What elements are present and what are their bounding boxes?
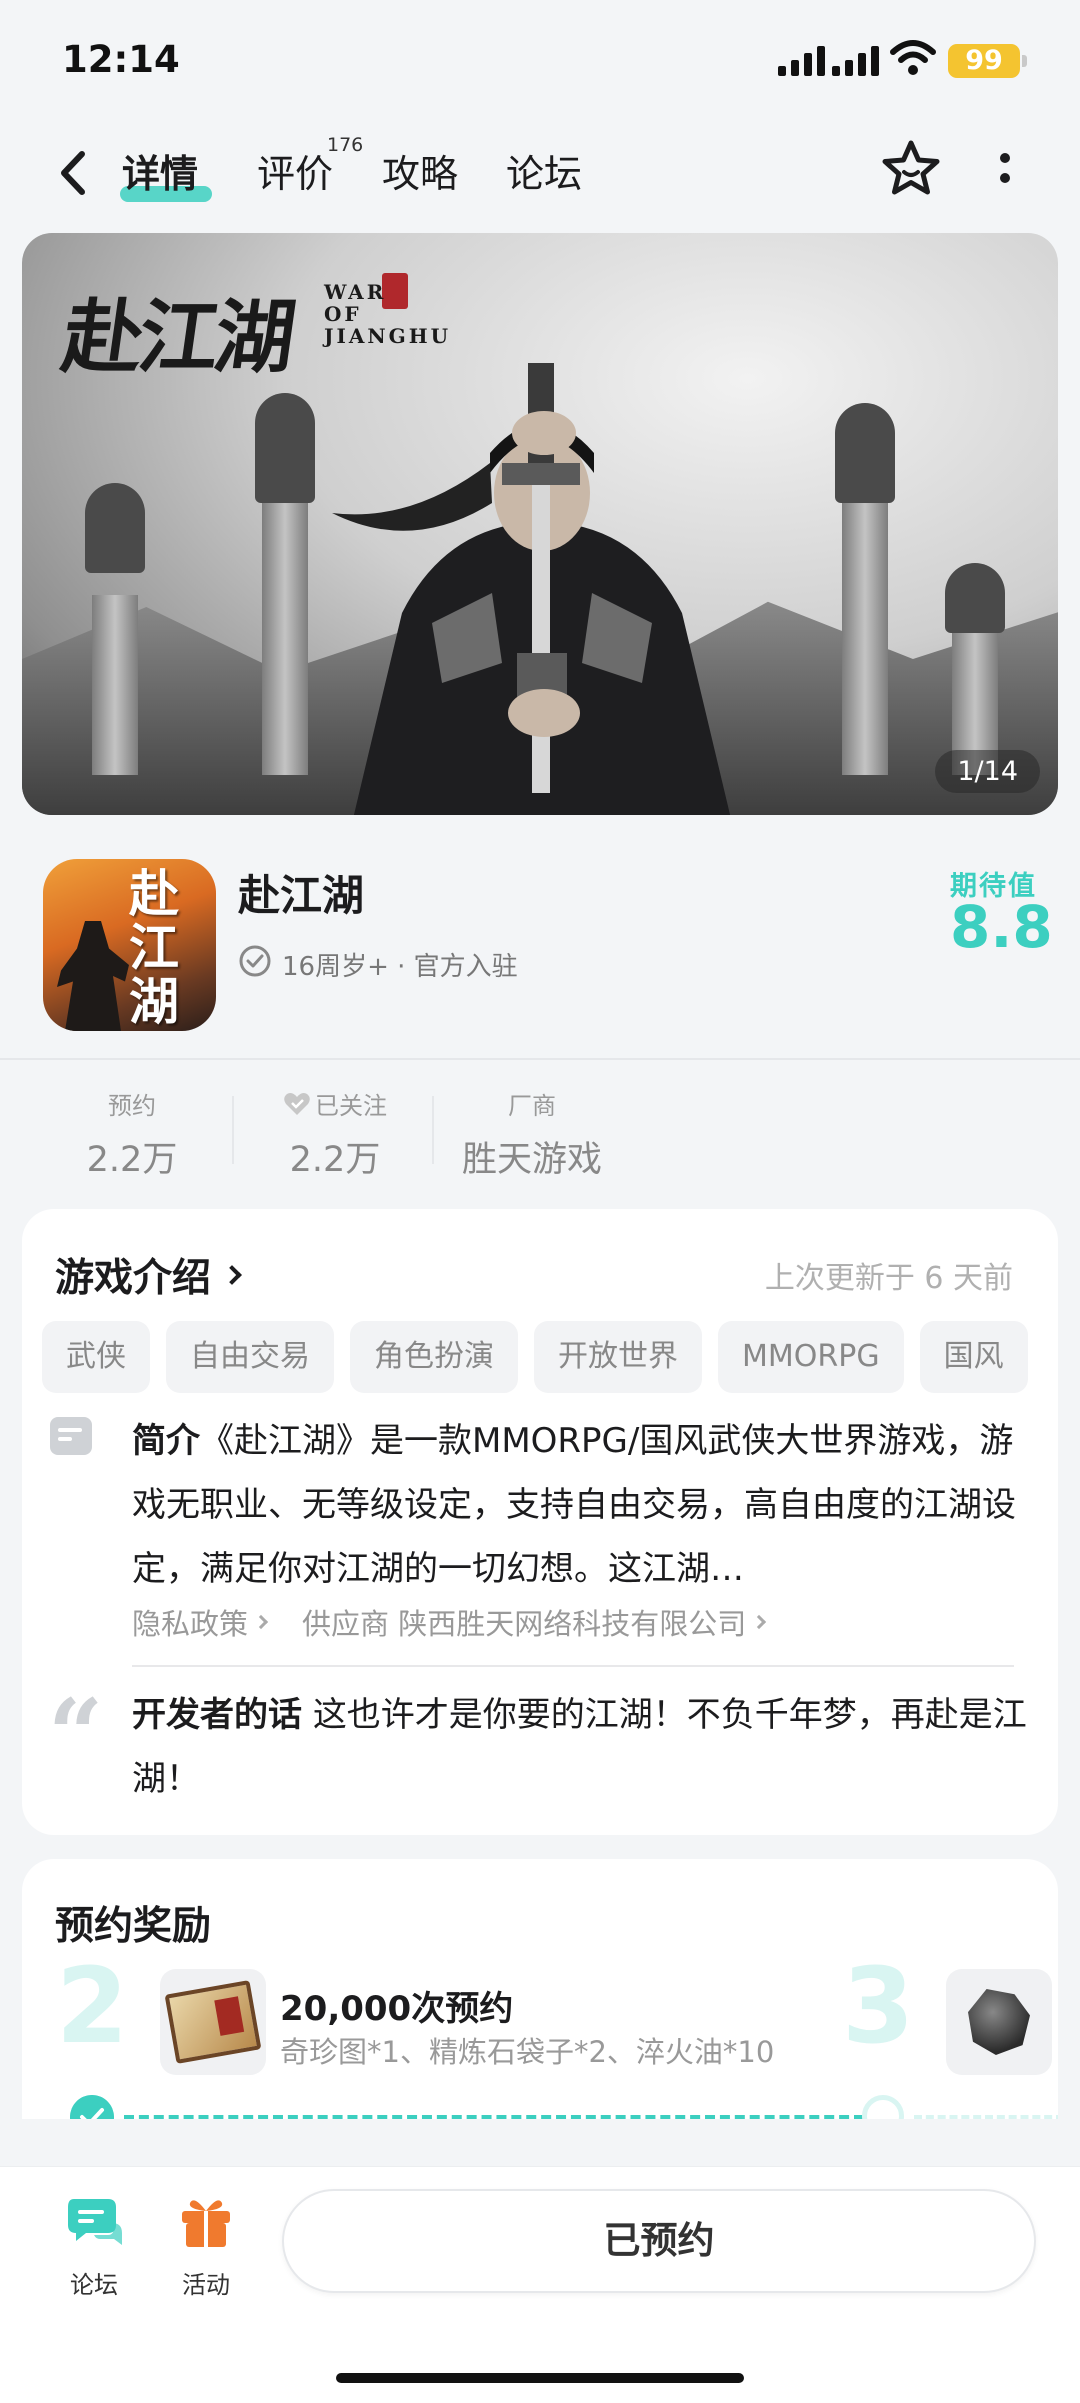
tag[interactable]: 自由交易	[166, 1321, 334, 1393]
summary-text: 《赴江湖》是一款MMORPG/国风武侠大世界游戏，游戏无职业、无等级设定，支持自…	[132, 1421, 1016, 1589]
intro-title: 游戏介绍	[55, 1256, 212, 1301]
tab-guides[interactable]: 攻略	[382, 144, 458, 204]
chevron-right-icon	[752, 1614, 767, 1630]
tab-reviews[interactable]: 评价	[257, 144, 333, 204]
milestone-rewards: 奇珍图*1、精炼石袋子*2、淬火油*10	[280, 2035, 775, 2069]
stone-icon	[968, 1989, 1030, 2055]
supplier-label: 供应商 陕西胜天网络科技有限公司	[302, 1607, 747, 1641]
rewards-title: 预约奖励	[55, 1904, 212, 1949]
developer-words-label: 开发者的话	[132, 1695, 302, 1735]
age-rating-info: 16周岁+ · 官方入驻	[282, 952, 518, 982]
tag[interactable]: 国风	[919, 1321, 1028, 1393]
quote-icon: “	[48, 1678, 104, 1791]
signal-icon-2	[832, 44, 879, 76]
intro-title-link[interactable]: 游戏介绍	[55, 1247, 242, 1303]
verified-check-icon	[239, 945, 271, 977]
forum-chat-icon	[68, 2199, 122, 2245]
battery-indicator: 99	[948, 44, 1027, 78]
heart-icon	[284, 1092, 310, 1115]
reservation-rewards-card: 预约奖励 2 20,000次预约 奇珍图*1、精炼石袋子*2、淬火油*10 3	[22, 1859, 1058, 2119]
status-time: 12:14	[62, 38, 180, 81]
tag[interactable]: 武侠	[42, 1321, 150, 1393]
tag[interactable]: MMORPG	[718, 1321, 904, 1393]
summary-label: 简介	[132, 1421, 200, 1461]
tab-forum[interactable]: 论坛	[506, 144, 582, 204]
review-count-badge: 176	[327, 134, 364, 156]
home-indicator	[336, 2373, 744, 2383]
policy-links: 隐私政策 供应商 陕西胜天网络科技有限公司	[132, 1601, 767, 1643]
more-options-icon[interactable]	[990, 148, 1020, 198]
banner-logo-en-line: WAR	[324, 280, 387, 304]
supplier-link[interactable]: 供应商 陕西胜天网络科技有限公司	[302, 1601, 767, 1643]
top-nav: 详情 评价 176 攻略 论坛	[0, 120, 1080, 230]
banner-pillar	[92, 595, 138, 775]
stat-label-row: 已关注	[260, 1086, 410, 1121]
banner-statue	[85, 483, 145, 573]
stat-reservations: 预约 2.2万	[62, 1086, 202, 1182]
banner-pillar	[842, 475, 888, 775]
milestone-reached-check-icon	[70, 2095, 114, 2119]
app-icon-title: 赴江湖	[129, 864, 179, 1031]
stat-divider	[432, 1096, 434, 1164]
stat-value: 2.2万	[86, 1140, 178, 1180]
banner-statue	[835, 403, 895, 503]
banner-warrior-artwork	[332, 363, 731, 815]
favorite-star-icon[interactable]	[880, 138, 942, 200]
reserved-button[interactable]: 已预约	[282, 2189, 1036, 2293]
reward-image-stone	[946, 1969, 1052, 2075]
app-icon-figure	[57, 921, 129, 1031]
reward-image-scroll	[160, 1969, 266, 2075]
banner-logo: 赴江湖	[56, 290, 298, 384]
banner-logo-en-line: JIANGHU	[324, 324, 452, 348]
banner-logo-en: WAR OF JIANGHU	[324, 281, 451, 347]
divider	[132, 1665, 1014, 1667]
tag[interactable]: 开放世界	[534, 1321, 702, 1393]
expectation-score: 8.8	[950, 893, 1053, 961]
banner-statue	[945, 563, 1005, 633]
stat-publisher[interactable]: 厂商 胜天游戏	[452, 1086, 612, 1182]
activity-label: 活动	[182, 2271, 230, 2299]
stat-label: 已关注	[315, 1092, 387, 1120]
screenshot-carousel[interactable]: 赴江湖 WAR OF JIANGHU 1/14	[22, 233, 1058, 815]
chevron-right-icon	[222, 1265, 242, 1285]
activity-button[interactable]: 活动	[156, 2193, 256, 2300]
stat-value: 2.2万	[289, 1140, 381, 1180]
wifi-icon	[890, 40, 936, 75]
treasure-map-icon	[164, 1980, 262, 2064]
back-icon[interactable]	[48, 144, 94, 202]
status-bar: 12:14 99	[0, 0, 1080, 120]
progress-line-done	[124, 2115, 864, 2119]
milestone-name: 20,000次预约	[280, 1989, 514, 2029]
gift-icon	[182, 2200, 230, 2247]
tag-list: 武侠 自由交易 角色扮演 开放世界 MMORPG 国风	[42, 1321, 1038, 1393]
milestone-number: 3	[842, 1945, 915, 2067]
banner-logo-en-line: OF	[324, 302, 362, 326]
summary-doc-icon	[50, 1417, 92, 1455]
game-intro-card: 游戏介绍 上次更新于 6 天前 武侠 自由交易 角色扮演 开放世界 MMORPG…	[22, 1209, 1058, 1835]
game-app-icon: 赴江湖	[43, 859, 216, 1031]
milestone-number: 2	[56, 1945, 129, 2067]
tag[interactable]: 角色扮演	[350, 1321, 518, 1393]
divider	[0, 1058, 1080, 1060]
stat-label: 厂商	[508, 1092, 556, 1120]
signal-icon	[778, 44, 825, 76]
developer-words: 开发者的话 这也许才是你要的江湖！不负千年梦，再赴是江湖！	[132, 1683, 1032, 1811]
progress-line-pending	[914, 2115, 1058, 2119]
tab-details[interactable]: 详情	[122, 144, 198, 204]
privacy-policy-link[interactable]: 隐私政策	[132, 1601, 269, 1643]
stat-followers[interactable]: 已关注 2.2万	[260, 1086, 410, 1182]
milestone-pending-node	[862, 2095, 904, 2119]
forum-label: 论坛	[70, 2271, 118, 2299]
forum-button[interactable]: 论坛	[44, 2193, 144, 2300]
game-title: 赴江湖	[238, 871, 365, 920]
last-updated: 上次更新于 6 天前	[764, 1261, 1013, 1296]
bottom-action-bar: 论坛 活动 已预约	[0, 2166, 1080, 2403]
chevron-right-icon	[253, 1614, 269, 1630]
game-summary[interactable]: 简介《赴江湖》是一款MMORPG/国风武侠大世界游戏，游戏无职业、无等级设定，支…	[132, 1409, 1032, 1601]
stat-label: 预约	[108, 1092, 156, 1120]
stat-divider	[232, 1096, 234, 1164]
carousel-counter: 1/14	[935, 750, 1040, 793]
stat-value: 胜天游戏	[461, 1140, 602, 1180]
privacy-policy-label: 隐私政策	[132, 1607, 249, 1641]
